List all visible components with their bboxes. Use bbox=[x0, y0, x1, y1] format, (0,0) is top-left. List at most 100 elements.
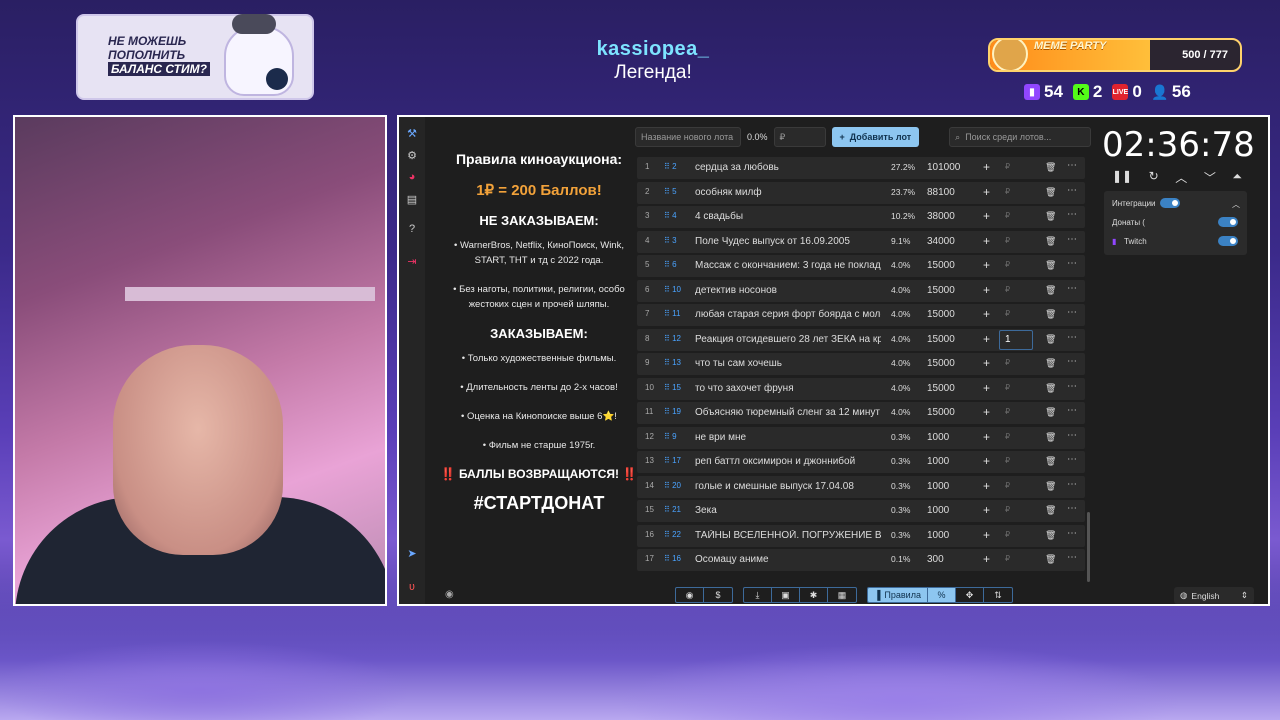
trash-icon[interactable]: 🗑 bbox=[1045, 285, 1056, 296]
double-chevron-up-icon[interactable]: ⏶ bbox=[1232, 169, 1242, 186]
lot-name[interactable]: любая старая серия форт боярда с молод bbox=[695, 309, 881, 320]
more-icon[interactable]: ⋯ bbox=[1067, 381, 1077, 392]
add-amount-icon[interactable]: + bbox=[983, 454, 990, 468]
lot-add-input[interactable]: ₽ bbox=[1005, 505, 1010, 514]
search-lots-input[interactable]: ⌕ Поиск среди лотов... bbox=[949, 127, 1092, 147]
lot-add-input[interactable]: ₽ bbox=[1005, 383, 1010, 392]
add-amount-icon[interactable]: + bbox=[983, 185, 990, 199]
hammer-icon[interactable]: ⚒ bbox=[404, 125, 420, 141]
lot-name[interactable]: особняк милф bbox=[695, 187, 881, 198]
dollar-icon[interactable]: $ bbox=[704, 588, 732, 602]
trash-icon[interactable]: 🗑 bbox=[1045, 432, 1056, 443]
add-amount-icon[interactable]: + bbox=[983, 160, 990, 174]
trash-icon[interactable]: 🗑 bbox=[1045, 554, 1056, 565]
drag-handle-icon[interactable]: ⠿ bbox=[664, 309, 672, 318]
download-icon[interactable]: ⤓ bbox=[744, 588, 772, 602]
trash-icon[interactable]: 🗑 bbox=[1045, 481, 1056, 492]
more-icon[interactable]: ⋯ bbox=[1067, 356, 1077, 367]
lot-row[interactable]: 12 ⠿ 9 не ври мне 0.3% 1000 + ₽ 🗑 ⋯ bbox=[637, 426, 1085, 449]
drag-handle-icon[interactable]: ⠿ bbox=[664, 334, 672, 343]
lot-add-input[interactable]: ₽ bbox=[1005, 358, 1010, 367]
more-icon[interactable]: ⋯ bbox=[1067, 160, 1077, 171]
trash-icon[interactable]: 🗑 bbox=[1045, 260, 1056, 271]
lot-add-input[interactable]: ₽ bbox=[1005, 236, 1010, 245]
chevron-down-icon[interactable]: ﹀ bbox=[1204, 169, 1216, 186]
lot-name[interactable]: сердца за любовь bbox=[695, 162, 881, 173]
trash-icon[interactable]: 🗑 bbox=[1045, 334, 1056, 345]
lot-name[interactable]: голые и смешные выпуск 17.04.08 bbox=[695, 481, 881, 492]
collapse-chevron-icon[interactable]: ︿ bbox=[1232, 199, 1240, 210]
bug-icon[interactable]: ✱ bbox=[800, 588, 828, 602]
drag-handle-icon[interactable]: ⠿ bbox=[664, 554, 672, 563]
add-amount-icon[interactable]: + bbox=[983, 503, 990, 517]
telegram-icon[interactable]: ➤ bbox=[404, 545, 420, 561]
trash-icon[interactable]: 🗑 bbox=[1045, 162, 1056, 173]
lot-add-input[interactable]: ₽ bbox=[1005, 407, 1010, 416]
lot-row[interactable]: 1 ⠿ 2 сердца за любовь 27.2% 101000 + ₽ 🗑 ⋯ bbox=[637, 157, 1085, 179]
help-icon[interactable]: ? bbox=[404, 221, 420, 237]
more-icon[interactable]: ⋯ bbox=[1067, 528, 1077, 539]
lot-add-input[interactable]: ₽ bbox=[1005, 554, 1010, 563]
lot-add-input[interactable]: ₽ bbox=[1005, 309, 1010, 318]
lot-name[interactable]: ТАЙНЫ ВСЕЛЕННОЙ. ПОГРУЖЕНИЕ В ГЛ bbox=[695, 530, 881, 541]
lot-add-input[interactable]: ₽ bbox=[1005, 162, 1010, 171]
more-icon[interactable]: ⋯ bbox=[1067, 454, 1077, 465]
add-amount-icon[interactable]: + bbox=[983, 258, 990, 272]
more-icon[interactable]: ⋯ bbox=[1067, 185, 1077, 196]
lot-row[interactable]: 2 ⠿ 5 особняк милф 23.7% 88100 + ₽ 🗑 ⋯ bbox=[637, 181, 1085, 204]
lot-name[interactable]: Реакция отсидевшего 28 лет ЗЕКА на кри bbox=[695, 334, 881, 345]
more-icon[interactable]: ⋯ bbox=[1067, 503, 1077, 514]
lot-name[interactable]: что ты сам хочешь bbox=[695, 358, 881, 369]
drag-handle-icon[interactable]: ⠿ bbox=[664, 358, 672, 367]
restart-icon[interactable]: ↻ bbox=[1149, 169, 1159, 186]
more-icon[interactable]: ⋯ bbox=[1067, 552, 1077, 563]
add-amount-icon[interactable]: + bbox=[983, 307, 990, 321]
add-amount-icon[interactable]: + bbox=[983, 356, 990, 370]
lot-row[interactable]: 17 ⠿ 16 Осомацу аниме 0.1% 300 + ₽ 🗑 ⋯ bbox=[637, 549, 1085, 571]
trash-icon[interactable]: 🗑 bbox=[1045, 211, 1056, 222]
lot-row[interactable]: 4 ⠿ 3 Поле Чудес выпуск от 16.09.2005 9.1% 3… bbox=[637, 230, 1085, 253]
rules-toggle-button[interactable]: ▐ Правила bbox=[868, 588, 928, 602]
donations-toggle[interactable] bbox=[1218, 217, 1238, 227]
lot-name[interactable]: детектив носонов bbox=[695, 285, 881, 296]
new-lot-input[interactable]: Название нового лота bbox=[635, 127, 741, 147]
lot-name[interactable]: 4 свадьбы bbox=[695, 211, 881, 222]
lot-row[interactable]: 15 ⠿ 21 Зека 0.3% 1000 + ₽ 🗑 ⋯ bbox=[637, 500, 1085, 522]
lot-row[interactable]: 9 ⠿ 13 что ты сам хочешь 4.0% 15000 + ₽ 🗑 ⋯ bbox=[637, 353, 1085, 375]
lot-add-input[interactable]: ₽ bbox=[1005, 187, 1010, 196]
drag-handle-icon[interactable]: ⠿ bbox=[664, 481, 672, 490]
drag-handle-icon[interactable]: ⠿ bbox=[664, 432, 672, 441]
trash-icon[interactable]: 🗑 bbox=[1045, 456, 1056, 467]
lot-name[interactable]: не ври мне bbox=[695, 432, 881, 443]
lot-row[interactable]: 7 ⠿ 11 любая старая серия форт боярда с мо… bbox=[637, 304, 1085, 326]
more-icon[interactable]: ⋯ bbox=[1067, 479, 1077, 490]
lot-name[interactable]: Осомацу аниме bbox=[695, 554, 881, 565]
lot-name[interactable]: реп баттл оксимирон и джоннибой bbox=[695, 456, 881, 467]
more-icon[interactable]: ⋯ bbox=[1067, 405, 1077, 416]
lot-table-scrollbar[interactable] bbox=[1087, 512, 1090, 582]
percent-toggle-button[interactable]: % bbox=[928, 588, 956, 602]
add-amount-icon[interactable]: + bbox=[983, 405, 990, 419]
drag-handle-icon[interactable]: ⠿ bbox=[664, 260, 672, 269]
lot-row[interactable]: 5 ⠿ 6 Массаж с окончанием: 3 года не покла… bbox=[637, 255, 1085, 277]
trash-icon[interactable]: 🗑 bbox=[1045, 236, 1056, 247]
lot-row[interactable]: 14 ⠿ 20 голые и смешные выпуск 17.04.08 0.3… bbox=[637, 475, 1085, 498]
lot-name[interactable]: Поле Чудес выпуск от 16.09.2005 bbox=[695, 236, 881, 247]
chevron-up-icon[interactable]: ︿ bbox=[1175, 169, 1187, 186]
eye-icon[interactable]: ◉ bbox=[445, 589, 454, 600]
add-lot-button[interactable]: + Добавить лот bbox=[831, 127, 920, 147]
lot-name[interactable]: то что захочет фруня bbox=[695, 383, 881, 394]
more-icon[interactable]: ⋯ bbox=[1067, 209, 1077, 220]
lot-row[interactable]: 16 ⠿ 22 ТАЙНЫ ВСЕЛЕННОЙ. ПОГРУЖЕНИЕ В ГЛ 0.… bbox=[637, 524, 1085, 547]
arrows-icon[interactable]: ✥ bbox=[956, 588, 984, 602]
lot-add-input[interactable]: ₽ bbox=[1005, 456, 1010, 465]
lot-row[interactable]: 6 ⠿ 10 детектив носонов 4.0% 15000 + ₽ 🗑 ⋯ bbox=[637, 279, 1085, 302]
lot-name[interactable]: Объясняю тюремный сленг за 12 минут bbox=[695, 407, 881, 418]
add-amount-icon[interactable]: + bbox=[983, 381, 990, 395]
pause-icon[interactable]: ❚❚ bbox=[1112, 169, 1132, 186]
drag-handle-icon[interactable]: ⠿ bbox=[664, 285, 672, 294]
wheel-icon[interactable]: ◕ bbox=[404, 169, 420, 185]
trash-icon[interactable]: 🗑 bbox=[1045, 530, 1056, 541]
add-amount-icon[interactable]: + bbox=[983, 552, 990, 566]
trash-icon[interactable]: 🗑 bbox=[1045, 407, 1056, 418]
